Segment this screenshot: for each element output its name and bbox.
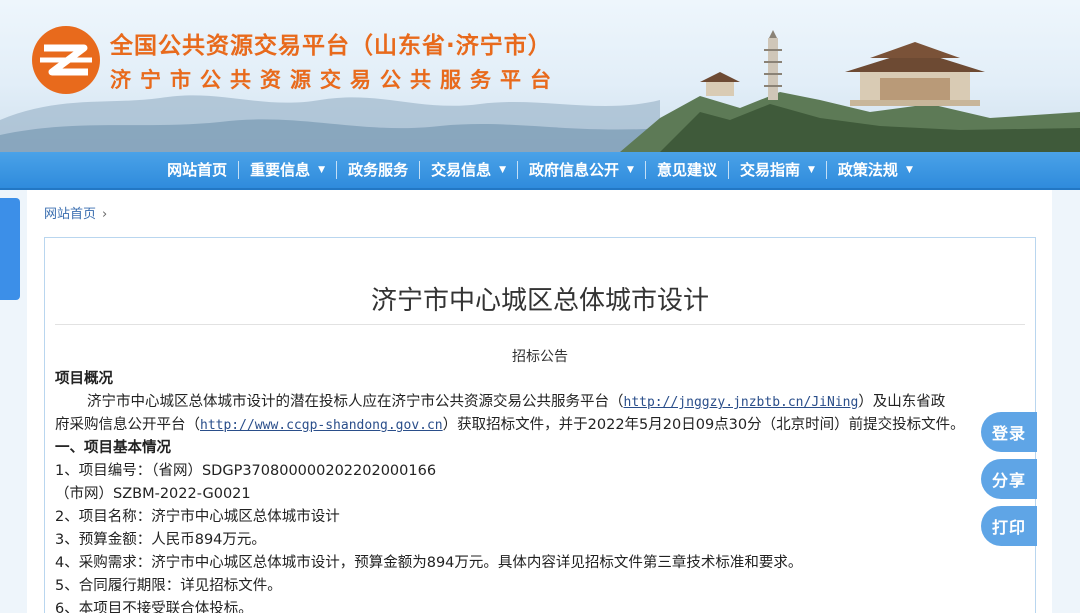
login-button[interactable]: 登录 (981, 412, 1037, 452)
title-divider (55, 324, 1025, 325)
project-number-line: 1、项目编号：（省网）SDGP370800000202202000166 (55, 463, 437, 479)
nav-item-6[interactable]: 交易指南 ▼ (727, 161, 826, 179)
ccgp-link[interactable]: http://www.ccgp-shandong.gov.cn (200, 418, 443, 433)
breadcrumb-separator: › (102, 207, 108, 222)
nav-item-label: 交易指南 (739, 161, 800, 179)
main-nav: 网站首页 重要信息 ▼ 政务服务 交易信息 ▼ 政府信息公开 ▼ 意见建议 交易指南 ▼ 政策法规 ▼ (0, 152, 1080, 190)
nav-item-label: 政策法规 (837, 161, 898, 179)
budget-line: 3、预算金额：人民币894万元。 (55, 532, 266, 548)
section-basic-heading: 一、项目基本情况 (55, 440, 171, 456)
caret-down-icon: ▼ (627, 165, 634, 175)
overview-text-1b: ）及山东省政 (858, 394, 946, 410)
caret-down-icon: ▼ (808, 165, 815, 175)
caret-down-icon: ▼ (318, 165, 326, 175)
announcement-article: 济宁市中心城区总体城市设计 招标公告 项目概况 济宁市中心城区总体城市设计的潜在… (44, 237, 1036, 613)
overview-paragraph: 济宁市中心城区总体城市设计的潜在投标人应在济宁市公共资源交易公共服务平台（htt… (55, 391, 1030, 414)
header-title-national: 全国公共资源交易平台（山东省·济宁市） (110, 33, 552, 59)
nav-item-label: 重要信息 (250, 161, 311, 179)
overview-text-2b: ）获取招标文件，并于2022年5月20日09点30分（北京时间）前提交投标文件。 (442, 417, 965, 433)
nav-item-2[interactable]: 政务服务 (336, 161, 419, 179)
header-title-city: 济宁市公共资源交易公共服务平台 (110, 68, 560, 92)
nav-item-1[interactable]: 重要信息 ▼ (238, 161, 336, 179)
article-body: 项目概况 济宁市中心城区总体城市设计的潜在投标人应在济宁市公共资源交易公共服务平… (55, 368, 1030, 613)
nav-item-4[interactable]: 政府信息公开 ▼ (517, 161, 645, 179)
nav-item-label: 网站首页 (167, 161, 228, 179)
share-button[interactable]: 分享 (981, 459, 1037, 499)
project-name-line: 2、项目名称：济宁市中心城区总体城市设计 (55, 509, 340, 525)
side-tab[interactable] (0, 198, 20, 300)
jnggzy-link[interactable]: http://jnggzy.jnzbtb.cn/JiNing (624, 395, 859, 410)
caret-down-icon: ▼ (905, 165, 913, 175)
contract-period-line: 5、合同履行期限：详见招标文件。 (55, 578, 282, 594)
header-banner: 全国公共资源交易平台（山东省·济宁市） 济宁市公共资源交易公共服务平台 (0, 0, 1080, 152)
overview-text-2a: 府采购信息公开平台（ (55, 417, 200, 433)
nav-item-label: 政务服务 (348, 161, 409, 179)
nav-item-label: 意见建议 (656, 161, 717, 179)
breadcrumb-home-link[interactable]: 网站首页 (44, 207, 96, 222)
platform-logo (32, 26, 100, 94)
nav-item-label: 政府信息公开 (529, 161, 620, 179)
article-title: 济宁市中心城区总体城市设计 (370, 286, 709, 316)
nav-item-3[interactable]: 交易信息 ▼ (419, 161, 517, 179)
caret-down-icon: ▼ (499, 165, 507, 175)
overview-paragraph-cont: 府采购信息公开平台（http://www.ccgp-shandong.gov.c… (55, 414, 1030, 437)
project-number-city-line: （市网）SZBM-2022-G0021 (55, 486, 251, 502)
nav-item-0[interactable]: 网站首页 (156, 161, 238, 179)
requirement-line: 4、采购需求：济宁市中心城区总体城市设计，预算金额为894万元。具体内容详见招标… (55, 555, 803, 571)
breadcrumb: 网站首页 › (44, 203, 107, 222)
nav-item-label: 交易信息 (431, 161, 492, 179)
overview-text-1a: 济宁市中心城区总体城市设计的潜在投标人应在济宁市公共资源交易公共服务平台（ (87, 394, 624, 410)
section-overview-heading: 项目概况 (55, 371, 113, 387)
nav-item-5[interactable]: 意见建议 (644, 161, 728, 179)
print-button[interactable]: 打印 (981, 506, 1037, 546)
consortium-line: 6、本项目不接受联合体投标。 (55, 601, 253, 613)
nav-item-7[interactable]: 政策法规 ▼ (825, 161, 924, 179)
article-subtitle: 招标公告 (512, 349, 568, 365)
